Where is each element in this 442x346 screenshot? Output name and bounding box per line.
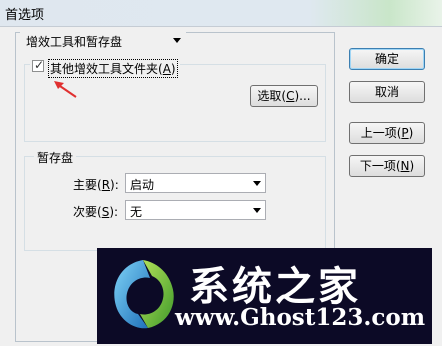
section-select-value: 增效工具和暂存盘	[26, 35, 123, 49]
plugins-folder-checkbox[interactable]: ✓	[32, 58, 45, 72]
prev-button[interactable]: 上一项(P)	[349, 122, 425, 144]
choose-folder-button[interactable]: 选取(C)...	[250, 85, 318, 107]
cancel-button[interactable]: 取消	[349, 81, 425, 103]
plugins-folder-label: 其他增效工具文件夹(A)	[48, 59, 178, 78]
ok-button[interactable]: 确定	[349, 48, 425, 70]
chevron-down-icon	[173, 38, 181, 43]
secondary-disk-value: 无	[130, 205, 143, 219]
site-logo-icon	[114, 260, 174, 329]
title-bar: 首选项	[0, 0, 442, 27]
scratch-disks-label: 暂存盘	[34, 149, 77, 166]
chevron-down-icon	[253, 181, 261, 186]
watermark-url: www.Ghost123.com	[175, 304, 426, 331]
next-button[interactable]: 下一项(N)	[349, 155, 425, 177]
watermark: 系统之家 www.Ghost123.com	[97, 248, 432, 344]
section-select[interactable]: 增效工具和暂存盘	[20, 29, 186, 51]
secondary-disk-select[interactable]: 无	[125, 200, 266, 220]
primary-disk-value: 启动	[130, 178, 155, 192]
annotation-arrow-icon	[54, 81, 77, 98]
check-icon: ✓	[34, 58, 45, 72]
window-title: 首选项	[5, 8, 45, 23]
chevron-down-icon	[253, 208, 261, 213]
plugins-checkbox-row[interactable]: ✓ 其他增效工具文件夹(A)	[30, 57, 180, 78]
secondary-disk-label: 次要(S):	[73, 205, 119, 219]
primary-disk-label: 主要(R):	[73, 178, 119, 192]
primary-disk-select[interactable]: 启动	[125, 173, 266, 193]
